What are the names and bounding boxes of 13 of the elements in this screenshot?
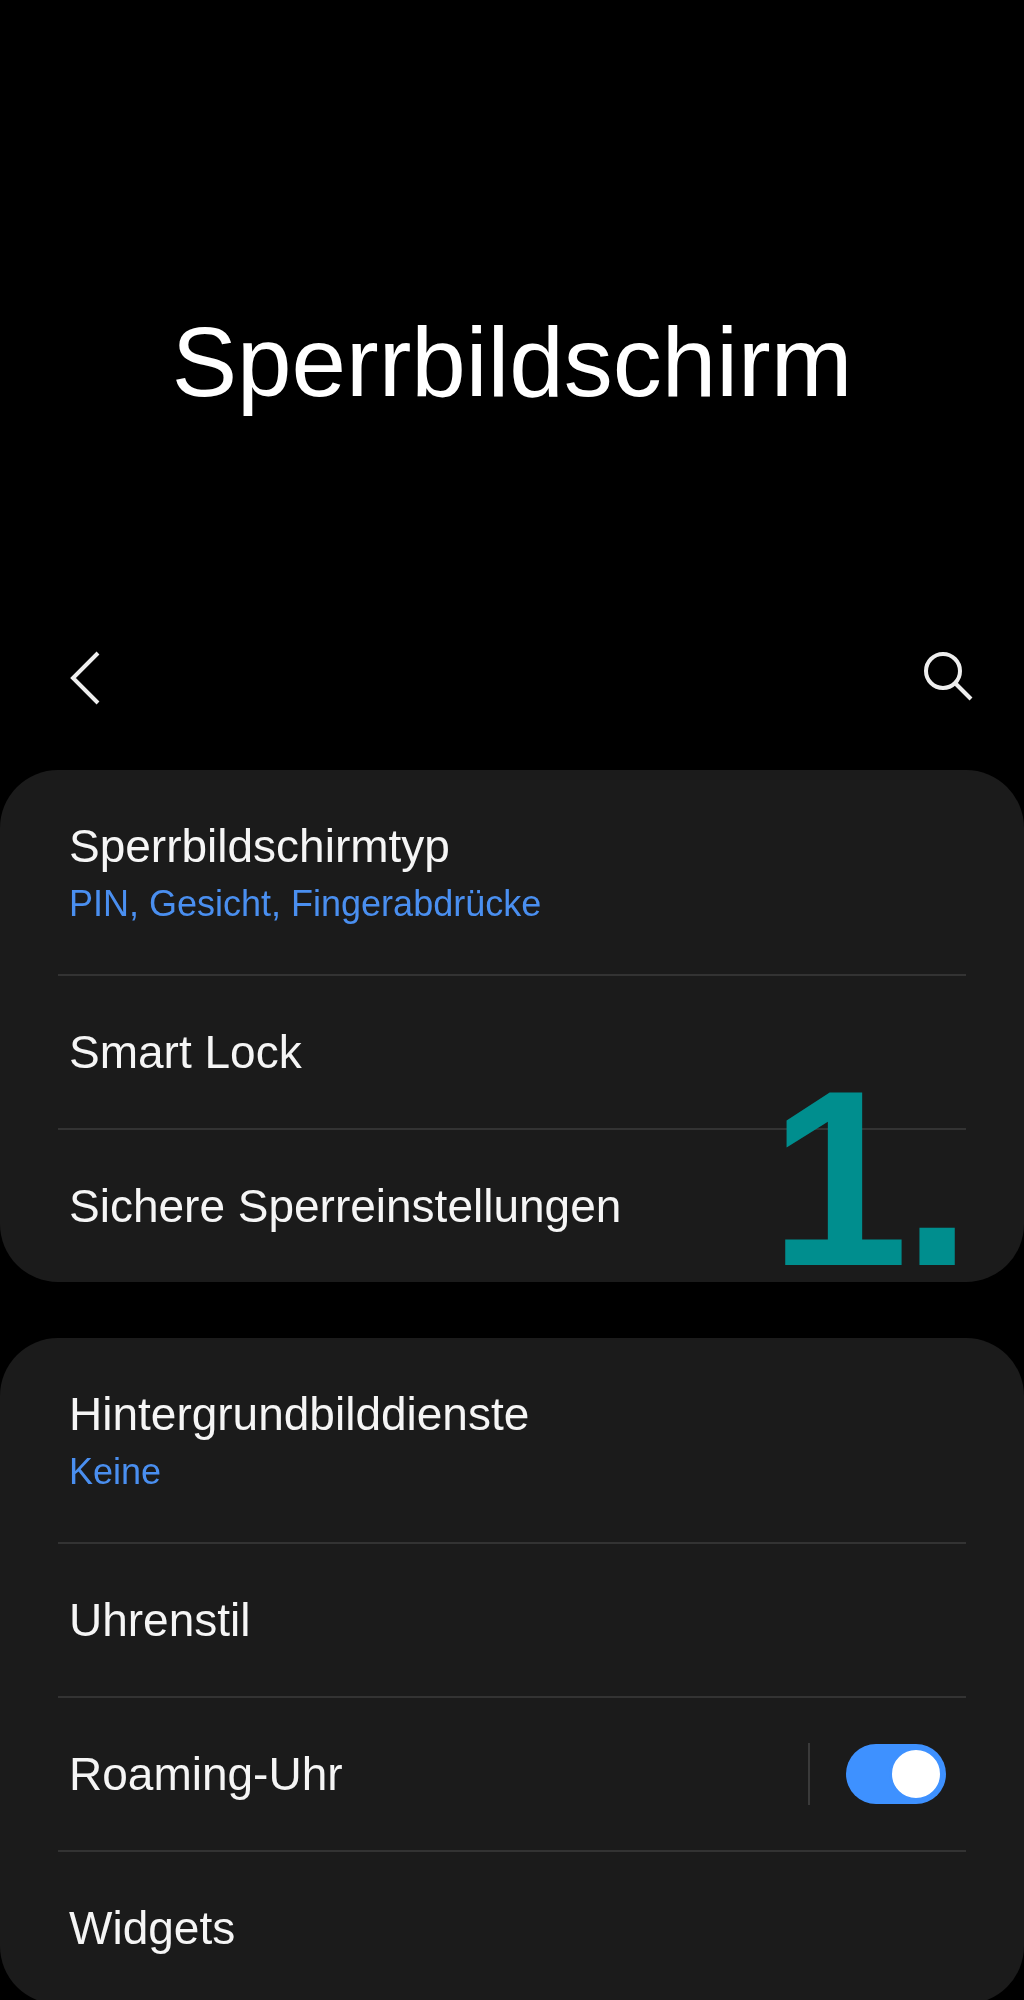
step-number: 1. (769, 1054, 966, 1282)
setting-title: Smart Lock (69, 1025, 302, 1079)
setting-title: Sperrbildschirmtyp (69, 819, 451, 873)
page-title: Sperrbildschirm (171, 306, 853, 419)
setting-title: Roaming-Uhr (69, 1747, 343, 1801)
search-icon[interactable] (922, 650, 974, 702)
setting-title: Hintergrundbilddienste (69, 1387, 530, 1441)
setting-title: Uhrenstil (69, 1593, 251, 1647)
setting-value: PIN, Gesicht, Fingerabdrücke (69, 883, 542, 925)
setting-title: Sichere Sperreinstellungen (69, 1179, 622, 1233)
setting-title: Widgets (69, 1901, 236, 1955)
setting-value: Keine (69, 1451, 163, 1493)
toggle-switch[interactable] (846, 1744, 946, 1804)
